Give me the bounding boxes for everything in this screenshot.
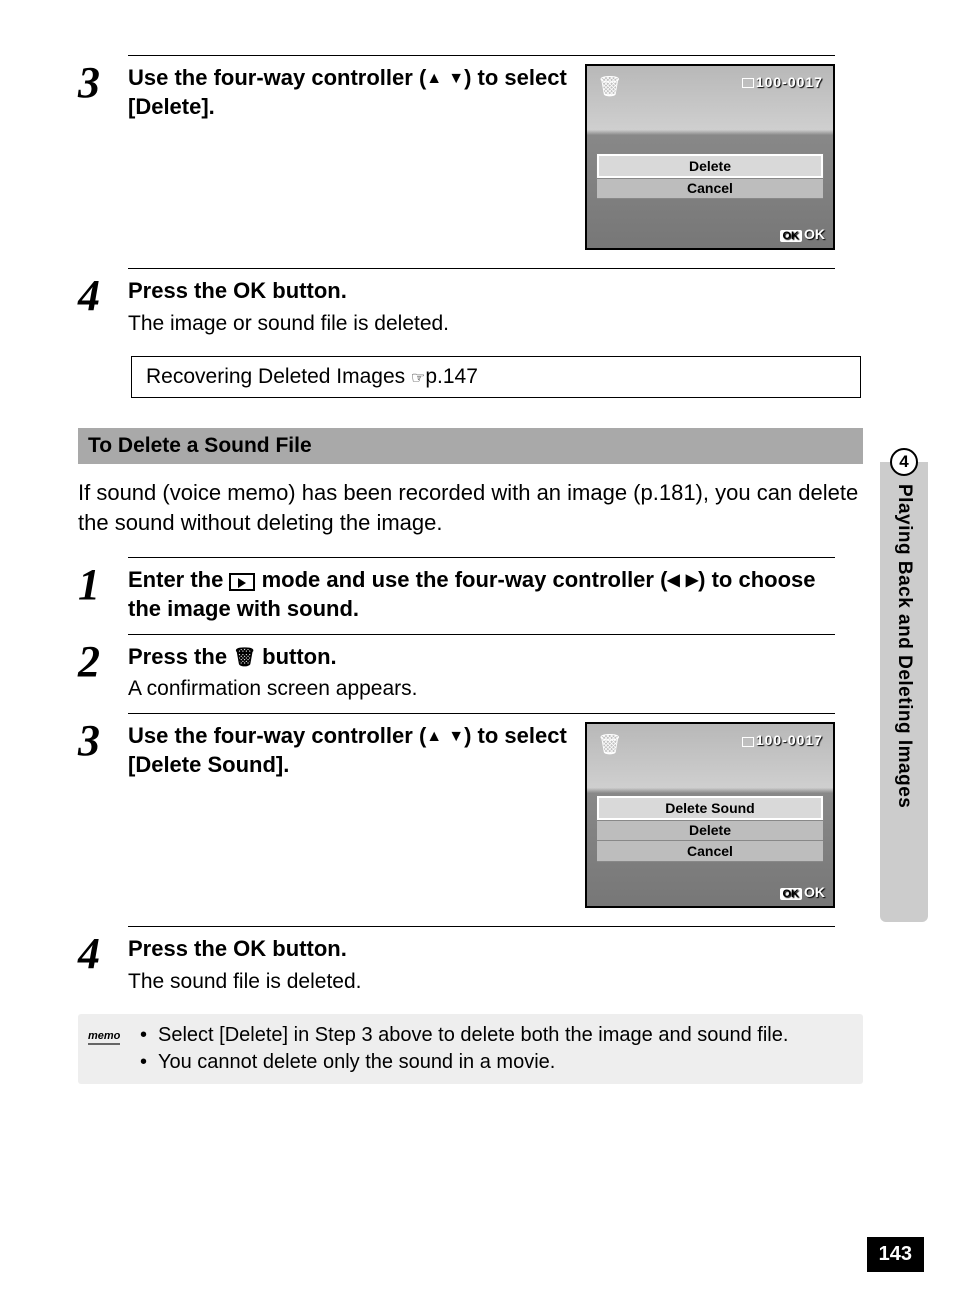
step-number: 3 [78,55,128,105]
step-heading: Press the OK button. [128,935,835,964]
step-number: 4 [78,926,128,976]
down-triangle-icon: ▼ [448,727,464,748]
memo-list: •Select [Delete] in Step 3 above to dele… [140,1022,853,1076]
chapter-number: 4 [890,448,918,476]
section2-step4: 4 Press the OK button. The sound file is… [78,926,835,996]
memo-item: •You cannot delete only the sound in a m… [140,1049,853,1076]
camera-screenshot-delete-sound: 🗑 100-0017 Delete Sound Delete Cancel OK… [585,722,835,908]
section1-step3: 3 Use the four-way controller (▲ ▼) to s… [78,55,835,250]
memo-label: memo [88,1030,120,1045]
ok-word: OK [233,936,266,961]
step-heading: Enter the mode and use the four-way cont… [128,566,835,623]
left-triangle-icon: ◀ [667,571,679,592]
text: Use the four-way controller ( [128,65,426,90]
step-desc: A confirmation screen appears. [128,675,835,703]
step-heading: Press the 🗑 button. [128,643,835,672]
text: 100-0017 [756,74,823,90]
step-heading: Press the OK button. [128,277,835,306]
page-number: 143 [867,1237,924,1272]
menu-item-delete: Delete [597,154,823,178]
page-ref: p.147 [425,365,478,388]
memo-item: •Select [Delete] in Step 3 above to dele… [140,1022,853,1049]
text: 100-0017 [756,732,823,748]
text: mode and use the four-way controller ( [255,567,667,592]
crossref-box: Recovering Deleted Images ☞p.147 [131,356,861,398]
text: Press the [128,278,233,303]
ok-indicator: OKOK [780,884,826,900]
down-triangle-icon: ▼ [448,69,464,90]
trash-icon: 🗑 [597,74,622,99]
folder-number: 100-0017 [742,732,823,748]
text: button. [256,644,337,669]
folder-icon [742,737,754,747]
step-desc: The sound file is deleted. [128,968,835,996]
menu-item-cancel: Cancel [597,178,823,199]
step-number: 3 [78,713,128,763]
camera-screenshot-delete: 🗑 100-0017 Delete Cancel OKOK [585,64,835,250]
ok-indicator: OKOK [780,226,826,242]
memo-block: memo •Select [Delete] in Step 3 above to… [78,1014,863,1084]
ok-label: OK [804,226,825,242]
ok-box: OK [780,888,803,900]
menu-item-delete: Delete [597,820,823,841]
step-number: 2 [78,634,128,684]
section2-step2: 2 Press the 🗑 button. A confirmation scr… [78,634,835,704]
section1-step4: 4 Press the OK button. The image or soun… [78,268,835,338]
step-heading: Use the four-way controller (▲ ▼) to sel… [128,64,575,121]
menu-item-cancel: Cancel [597,841,823,862]
side-tab: 4 Playing Back and Deleting Images [884,448,924,808]
trash-icon: 🗑 [597,732,622,757]
step-desc: The image or sound file is deleted. [128,310,835,338]
folder-number: 100-0017 [742,74,823,90]
up-triangle-icon: ▲ [426,69,442,90]
folder-icon [742,78,754,88]
ok-label: OK [804,884,825,900]
menu: Delete Cancel [597,154,823,199]
pointer-icon: ☞ [411,370,425,387]
ok-box: OK [780,230,803,242]
intro-text: If sound (voice memo) has been recorded … [78,478,863,537]
text: You cannot delete only the sound in a mo… [158,1049,555,1076]
section2-step3: 3 Use the four-way controller (▲ ▼) to s… [78,713,835,908]
step-number: 4 [78,268,128,318]
trash-button-icon: 🗑 [233,646,256,669]
memo-icon: memo [88,1022,140,1045]
ok-word: OK [233,278,266,303]
step-heading: Use the four-way controller (▲ ▼) to sel… [128,722,575,779]
text: Enter the [128,567,229,592]
menu-item-delete-sound: Delete Sound [597,796,823,820]
text: Press the [128,936,233,961]
up-triangle-icon: ▲ [426,727,442,748]
right-triangle-icon: ▶ [686,571,698,592]
text: Recovering Deleted Images [146,365,411,388]
text: button. [266,936,347,961]
playback-mode-icon [229,573,255,591]
chapter-title: Playing Back and Deleting Images [893,484,915,808]
text: Use the four-way controller ( [128,723,426,748]
text: Press the [128,644,233,669]
text: Select [Delete] in Step 3 above to delet… [158,1022,788,1049]
section2-step1: 1 Enter the mode and use the four-way co… [78,557,835,623]
text: button. [266,278,347,303]
menu: Delete Sound Delete Cancel [597,796,823,862]
subheader: To Delete a Sound File [78,428,863,464]
step-number: 1 [78,557,128,607]
